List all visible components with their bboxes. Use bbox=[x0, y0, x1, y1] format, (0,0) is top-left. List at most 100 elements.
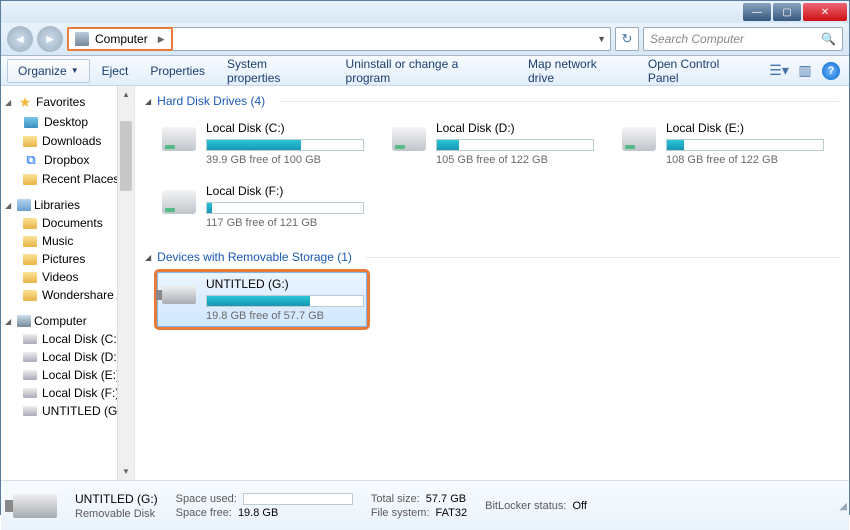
breadcrumb-arrow-icon[interactable]: ▶ bbox=[158, 34, 165, 45]
drive-icon bbox=[23, 370, 37, 380]
sidebar-item-music[interactable]: Music bbox=[1, 232, 134, 250]
drive-free-text: 39.9 GB free of 100 GB bbox=[206, 154, 364, 166]
sidebar-item-documents[interactable]: Documents bbox=[1, 214, 134, 232]
drive-usage-bar bbox=[206, 202, 364, 214]
libraries-icon bbox=[17, 199, 31, 211]
sidebar-scrollbar[interactable]: ▲ ▼ bbox=[117, 86, 134, 480]
sidebar-item-downloads[interactable]: Downloads bbox=[1, 132, 134, 150]
details-space-used-label: Space used: bbox=[176, 493, 237, 505]
sidebar-computer-header[interactable]: ◢Computer bbox=[1, 312, 134, 330]
details-drive-icon bbox=[13, 494, 57, 518]
drive-free-text: 117 GB free of 121 GB bbox=[206, 217, 364, 229]
star-icon: ★ bbox=[17, 94, 33, 110]
sidebar-item-disk-f[interactable]: Local Disk (F:) bbox=[1, 384, 134, 402]
drive-name: Local Disk (E:) bbox=[666, 121, 824, 135]
computer-icon bbox=[75, 32, 89, 46]
address-field[interactable]: Computer ▶ ▼ bbox=[67, 27, 611, 51]
drive-icon bbox=[162, 277, 196, 313]
dropbox-icon: ⧉ bbox=[23, 152, 39, 168]
details-pane: UNTITLED (G:) Removable Disk Space used:… bbox=[1, 480, 849, 530]
details-name: UNTITLED (G:) bbox=[75, 492, 158, 506]
system-properties-button[interactable]: System properties bbox=[217, 53, 334, 89]
drive-free-text: 105 GB free of 122 GB bbox=[436, 154, 594, 166]
properties-button[interactable]: Properties bbox=[140, 60, 215, 82]
details-space-free-label: Space free: bbox=[176, 507, 232, 519]
details-fs: FAT32 bbox=[436, 507, 468, 519]
minimize-button[interactable]: — bbox=[743, 3, 771, 21]
maximize-button[interactable]: ▢ bbox=[773, 3, 801, 21]
chevron-down-icon: ▼ bbox=[71, 66, 79, 75]
section-removable-header[interactable]: ◢Devices with Removable Storage (1) bbox=[145, 246, 839, 268]
details-type: Removable Disk bbox=[75, 508, 158, 520]
view-options-icon[interactable]: ☰▾ bbox=[770, 62, 788, 80]
window-controls: — ▢ ✕ bbox=[743, 1, 849, 23]
command-toolbar: Organize▼ Eject Properties System proper… bbox=[1, 56, 849, 86]
folder-icon bbox=[23, 236, 37, 247]
sidebar-item-dropbox[interactable]: ⧉Dropbox bbox=[1, 150, 134, 170]
nav-sidebar: ◢★Favorites Desktop Downloads ⧉Dropbox R… bbox=[1, 86, 135, 480]
section-hdd-header[interactable]: ◢Hard Disk Drives (4) bbox=[145, 90, 839, 112]
folder-icon bbox=[23, 290, 37, 301]
drive-name: Local Disk (D:) bbox=[436, 121, 594, 135]
scroll-thumb[interactable] bbox=[120, 121, 132, 191]
sidebar-item-videos[interactable]: Videos bbox=[1, 268, 134, 286]
drive-usage-bar bbox=[206, 295, 364, 307]
close-button[interactable]: ✕ bbox=[803, 3, 847, 21]
drive-icon bbox=[162, 184, 196, 220]
refresh-button[interactable]: ↻ bbox=[615, 27, 639, 51]
sidebar-item-disk-c[interactable]: Local Disk (C:) bbox=[1, 330, 134, 348]
nav-forward-button[interactable]: ► bbox=[37, 26, 63, 52]
drive-name: UNTITLED (G:) bbox=[206, 277, 364, 291]
folder-icon bbox=[23, 174, 37, 185]
search-placeholder: Search Computer bbox=[650, 32, 744, 46]
details-total-label: Total size: bbox=[371, 493, 420, 505]
uninstall-button[interactable]: Uninstall or change a program bbox=[336, 53, 516, 89]
sidebar-item-disk-e[interactable]: Local Disk (E:) bbox=[1, 366, 134, 384]
drive-usage-bar bbox=[666, 139, 824, 151]
sidebar-item-untitled-g[interactable]: UNTITLED (G:) bbox=[1, 402, 134, 420]
drive-item[interactable]: Local Disk (C:) 39.9 GB free of 100 GB bbox=[157, 116, 367, 171]
control-panel-button[interactable]: Open Control Panel bbox=[638, 53, 763, 89]
drive-usage-bar bbox=[436, 139, 594, 151]
details-usage-bar bbox=[243, 493, 353, 505]
scroll-up-icon[interactable]: ▲ bbox=[118, 86, 134, 103]
drive-item[interactable]: Local Disk (D:) 105 GB free of 122 GB bbox=[387, 116, 597, 171]
search-input[interactable]: Search Computer 🔍 bbox=[643, 27, 843, 51]
sidebar-item-pictures[interactable]: Pictures bbox=[1, 250, 134, 268]
details-space-free: 19.8 GB bbox=[238, 507, 278, 519]
drive-free-text: 19.8 GB free of 57.7 GB bbox=[206, 310, 364, 322]
folder-icon bbox=[23, 136, 37, 147]
breadcrumb-location[interactable]: Computer bbox=[95, 32, 148, 46]
desktop-icon bbox=[23, 114, 39, 130]
eject-button[interactable]: Eject bbox=[92, 60, 139, 82]
drive-item[interactable]: UNTITLED (G:) 19.8 GB free of 57.7 GB bbox=[157, 272, 367, 327]
drive-icon bbox=[622, 121, 656, 157]
drive-usage-bar bbox=[206, 139, 364, 151]
drive-free-text: 108 GB free of 122 GB bbox=[666, 154, 824, 166]
sidebar-libraries-header[interactable]: ◢Libraries bbox=[1, 196, 134, 214]
address-dropdown-icon[interactable]: ▼ bbox=[597, 34, 606, 44]
search-icon[interactable]: 🔍 bbox=[821, 32, 836, 46]
sidebar-favorites-header[interactable]: ◢★Favorites bbox=[1, 92, 134, 112]
resize-grip-icon[interactable]: ◢ bbox=[839, 501, 847, 512]
nav-back-button[interactable]: ◄ bbox=[7, 26, 33, 52]
preview-pane-icon[interactable]: ▥ bbox=[796, 62, 814, 80]
sidebar-item-disk-d[interactable]: Local Disk (D:) bbox=[1, 348, 134, 366]
drive-item[interactable]: Local Disk (E:) 108 GB free of 122 GB bbox=[617, 116, 827, 171]
drive-icon bbox=[23, 406, 37, 416]
drive-item[interactable]: Local Disk (F:) 117 GB free of 121 GB bbox=[157, 179, 367, 234]
sidebar-item-desktop[interactable]: Desktop bbox=[1, 112, 134, 132]
window-titlebar: — ▢ ✕ bbox=[1, 1, 849, 23]
content-pane: ◢Hard Disk Drives (4) Local Disk (C:) 39… bbox=[135, 86, 849, 480]
folder-icon bbox=[23, 254, 37, 265]
folder-icon bbox=[23, 218, 37, 229]
scroll-down-icon[interactable]: ▼ bbox=[118, 463, 134, 480]
drive-icon bbox=[162, 121, 196, 157]
organize-button[interactable]: Organize▼ bbox=[7, 59, 90, 83]
sidebar-item-wondershare[interactable]: Wondershare A bbox=[1, 286, 134, 304]
map-drive-button[interactable]: Map network drive bbox=[518, 53, 636, 89]
sidebar-item-recent[interactable]: Recent Places bbox=[1, 170, 134, 188]
help-icon[interactable]: ? bbox=[822, 62, 840, 80]
address-bar: ◄ ► Computer ▶ ▼ ↻ Search Computer 🔍 bbox=[1, 23, 849, 56]
details-bitlocker-label: BitLocker status: bbox=[485, 500, 566, 512]
